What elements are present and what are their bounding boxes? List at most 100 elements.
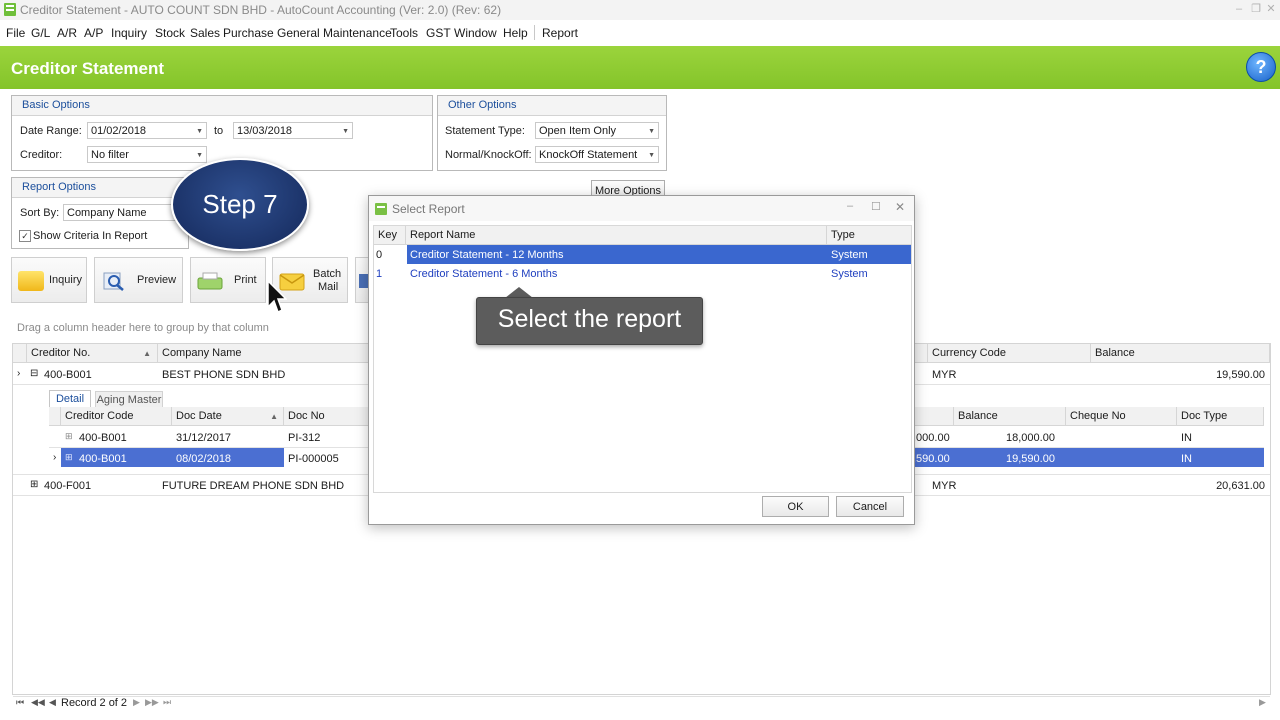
preview-button[interactable]: Preview <box>94 257 183 303</box>
previous-page-icon[interactable]: ◀◀ <box>31 697 45 708</box>
detail-partial-amount-cell[interactable]: ,590.00 <box>913 453 950 465</box>
report-key-cell[interactable]: 1 <box>376 268 382 280</box>
menu-inquiry[interactable]: Inquiry <box>111 26 147 40</box>
date-to-input[interactable]: 13/03/2018 ▼ <box>233 122 353 139</box>
chevron-down-icon[interactable]: ▼ <box>648 123 655 140</box>
group-by-hint: Drag a column header here to group by th… <box>17 322 269 334</box>
chevron-down-icon[interactable]: ▼ <box>196 147 203 164</box>
menu-purchase[interactable]: Purchase <box>223 26 274 40</box>
currency-cell[interactable]: MYR <box>932 480 956 492</box>
sort-ascending-icon: ▲ <box>143 349 151 358</box>
report-key-cell[interactable]: 0 <box>376 249 382 261</box>
report-type-cell[interactable]: System <box>831 268 868 280</box>
expand-icon[interactable]: ⊞ <box>65 431 73 442</box>
report-row[interactable]: 0 Creditor Statement - 12 Months System <box>374 245 911 264</box>
sort-ascending-icon: ▲ <box>270 412 278 421</box>
report-name-cell[interactable]: Creditor Statement - 6 Months <box>410 268 557 280</box>
detail-balance-cell[interactable]: 18,000.00 <box>1006 432 1055 444</box>
menu-tools[interactable]: Tools <box>390 26 418 40</box>
detail-creditor-code-cell[interactable]: 400-B001 <box>79 432 127 444</box>
detail-doc-date-cell[interactable]: 31/12/2017 <box>176 432 231 444</box>
chevron-down-icon[interactable]: ▼ <box>648 147 655 164</box>
column-header-creditor-no[interactable]: Creditor No. ▲ <box>27 344 158 363</box>
balance-cell[interactable]: 20,631.00 <box>1216 480 1265 492</box>
date-from-input[interactable]: 01/02/2018 ▼ <box>87 122 207 139</box>
balance-cell[interactable]: 19,590.00 <box>1216 369 1265 381</box>
ok-button[interactable]: OK <box>762 496 829 517</box>
expand-icon[interactable]: ⊞ <box>30 479 38 490</box>
company-name-cell[interactable]: FUTURE DREAM PHONE SDN BHD <box>162 480 344 492</box>
first-record-icon[interactable]: ⏮ <box>16 697 24 708</box>
creditor-no-cell[interactable]: 400-B001 <box>44 369 92 381</box>
previous-record-icon[interactable]: ◀ <box>49 697 56 708</box>
cancel-button[interactable]: Cancel <box>836 496 904 517</box>
detail-doc-type-cell[interactable]: IN <box>1181 432 1192 444</box>
detail-header-balance[interactable]: Balance <box>954 407 1066 426</box>
next-page-icon[interactable]: ▶▶ <box>145 697 159 708</box>
dialog-minimize-button[interactable]: – <box>847 200 853 212</box>
page-header: Creditor Statement ? <box>0 46 1280 89</box>
help-icon[interactable]: ? <box>1246 52 1276 82</box>
tab-aging-master[interactable]: Aging Master <box>95 391 163 408</box>
currency-cell[interactable]: MYR <box>932 369 956 381</box>
close-window-button[interactable]: ✕ <box>1264 3 1278 15</box>
inquiry-button[interactable]: Inquiry <box>11 257 87 303</box>
column-header-balance[interactable]: Balance <box>1091 344 1270 363</box>
dialog-close-button[interactable]: ✕ <box>895 200 905 214</box>
sort-by-combo[interactable]: Company Name <box>63 204 183 221</box>
menu-report[interactable]: Report <box>542 26 578 40</box>
dialog-maximize-button[interactable]: ☐ <box>871 200 881 213</box>
print-button[interactable]: Print <box>190 257 266 303</box>
collapse-icon[interactable]: ⊟ <box>30 368 38 379</box>
detail-header-creditor-code[interactable]: Creditor Code <box>61 407 172 426</box>
creditor-filter-combo[interactable]: No filter ▼ <box>87 146 207 163</box>
company-name-cell[interactable]: BEST PHONE SDN BHD <box>162 369 285 381</box>
menu-gl[interactable]: G/L <box>31 26 50 40</box>
chevron-down-icon[interactable]: ▼ <box>342 123 349 140</box>
menu-ar[interactable]: A/R <box>57 26 77 40</box>
next-toolbar-button[interactable] <box>355 257 369 303</box>
last-record-icon[interactable]: ⏭ <box>163 697 171 708</box>
detail-doc-type-cell[interactable]: IN <box>1181 453 1192 465</box>
menu-bar: File G/L A/R A/P Inquiry Stock Sales Pur… <box>0 20 1280 44</box>
detail-header-doc-date[interactable]: Doc Date ▲ <box>172 407 284 426</box>
report-name-cell[interactable]: Creditor Statement - 12 Months <box>410 249 563 261</box>
column-header-key[interactable]: Key <box>374 226 406 245</box>
inquiry-label: Inquiry <box>49 274 83 286</box>
detail-creditor-code-cell[interactable]: 400-B001 <box>79 453 127 465</box>
detail-header-hidden[interactable] <box>910 407 954 426</box>
statement-type-combo[interactable]: Open Item Only ▼ <box>535 122 659 139</box>
column-header-report-name[interactable]: Report Name <box>406 226 827 245</box>
scroll-right-icon[interactable]: ▶ <box>1259 697 1266 708</box>
detail-doc-no-cell[interactable]: PI-000005 <box>288 453 339 465</box>
creditor-no-cell[interactable]: 400-F001 <box>44 480 91 492</box>
detail-doc-no-cell[interactable]: PI-312 <box>288 432 320 444</box>
knockoff-combo[interactable]: KnockOff Statement ▼ <box>535 146 659 163</box>
show-criteria-checkbox[interactable]: ✓ <box>19 230 31 242</box>
detail-partial-amount-cell[interactable]: ,000.00 <box>913 432 950 444</box>
column-header-currency-code[interactable]: Currency Code <box>928 344 1091 363</box>
report-row[interactable]: 1 Creditor Statement - 6 Months System <box>374 264 911 283</box>
menu-general-maintenance[interactable]: General Maintenance <box>277 26 392 40</box>
menu-ap[interactable]: A/P <box>84 26 103 40</box>
next-record-icon[interactable]: ▶ <box>133 697 140 708</box>
tab-detail[interactable]: Detail <box>49 390 91 408</box>
printer-icon <box>197 272 223 290</box>
expand-icon[interactable]: ⊞ <box>65 452 73 463</box>
menu-gst[interactable]: GST <box>426 26 451 40</box>
detail-doc-date-cell[interactable]: 08/02/2018 <box>176 453 231 465</box>
chevron-down-icon[interactable]: ▼ <box>196 123 203 140</box>
column-header-type[interactable]: Type <box>827 226 911 245</box>
menu-file[interactable]: File <box>6 26 25 40</box>
menu-stock[interactable]: Stock <box>155 26 185 40</box>
report-type-cell[interactable]: System <box>831 249 868 261</box>
detail-header-doc-type[interactable]: Doc Type <box>1177 407 1264 426</box>
to-label: to <box>214 125 224 137</box>
menu-window[interactable]: Window <box>454 26 497 40</box>
minimize-button[interactable]: – <box>1232 3 1246 15</box>
detail-header-cheque-no[interactable]: Cheque No <box>1066 407 1177 426</box>
menu-sales[interactable]: Sales <box>190 26 220 40</box>
restore-button[interactable]: ❐ <box>1249 3 1263 15</box>
menu-help[interactable]: Help <box>503 26 528 40</box>
detail-balance-cell[interactable]: 19,590.00 <box>1006 453 1055 465</box>
